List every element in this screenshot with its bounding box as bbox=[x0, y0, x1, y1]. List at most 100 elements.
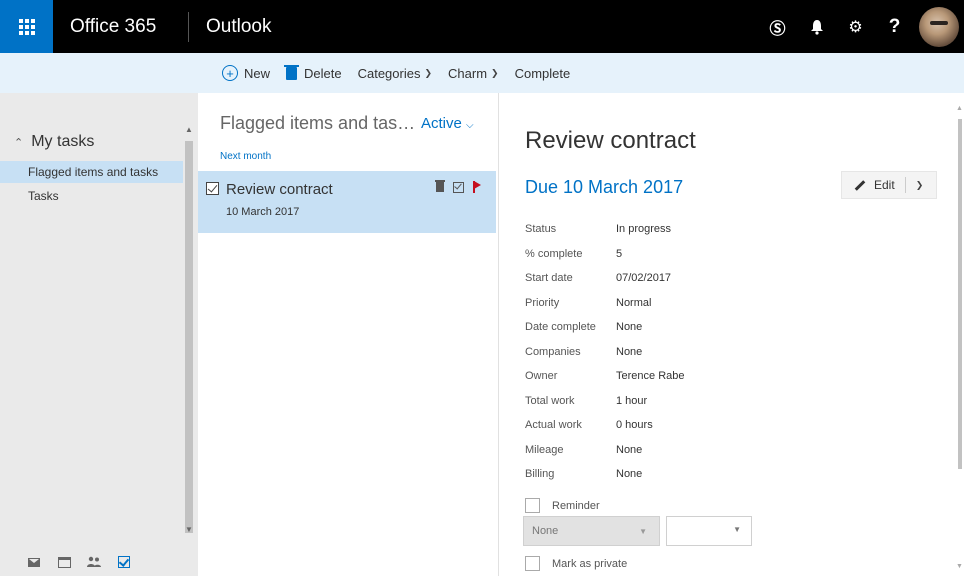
reading-pane: Review contract Due 10 March 2017 Edit ❯… bbox=[498, 93, 964, 576]
private-row: Mark as private bbox=[525, 556, 627, 571]
property-row: Status In progress bbox=[525, 217, 685, 242]
edit-button[interactable]: Edit ❯ bbox=[841, 171, 937, 199]
scroll-down-icon[interactable]: ▼ bbox=[185, 525, 193, 534]
sidebar-item-tasks[interactable]: Tasks bbox=[0, 185, 183, 207]
sidebar-item-flagged[interactable]: Flagged items and tasks bbox=[0, 161, 183, 183]
task-detail-title: Review contract bbox=[525, 127, 696, 154]
scrollbar-thumb[interactable] bbox=[185, 141, 193, 533]
chevron-down-icon: ❯ bbox=[424, 67, 433, 78]
filter-label: Active bbox=[421, 115, 462, 132]
property-row: % complete 5 bbox=[525, 242, 685, 267]
scroll-down-icon[interactable]: ▼ bbox=[956, 563, 963, 570]
property-row: Mileage None bbox=[525, 438, 685, 463]
categories-button[interactable]: Categories ❯ bbox=[358, 66, 432, 81]
reminder-row: Reminder bbox=[525, 498, 600, 513]
property-value: Terence Rabe bbox=[616, 370, 685, 383]
filter-dropdown[interactable]: Active ⌵ bbox=[421, 115, 474, 132]
sidebar-item-label: Flagged items and tasks bbox=[28, 165, 159, 179]
folder-pane: ⌃ My tasks Flagged items and tasks Tasks… bbox=[0, 93, 198, 576]
property-row: Total work 1 hour bbox=[525, 389, 685, 414]
people-button[interactable] bbox=[82, 552, 106, 572]
property-row: Start date 07/02/2017 bbox=[525, 266, 685, 291]
task-list-pane: Flagged items and tas… Active ⌵ Next mon… bbox=[198, 93, 498, 576]
task-properties: Status In progress % complete 5 Start date… bbox=[525, 217, 685, 487]
reminder-date-dropdown[interactable]: None ▼ bbox=[523, 516, 660, 546]
charm-button[interactable]: Charm ❯ bbox=[448, 66, 499, 81]
waffle-icon bbox=[18, 18, 35, 35]
edit-divider bbox=[904, 177, 906, 193]
property-value: Normal bbox=[616, 296, 652, 309]
property-label: Billing bbox=[525, 468, 555, 481]
tasks-button[interactable] bbox=[112, 552, 136, 572]
complete-checkbox[interactable] bbox=[206, 182, 219, 195]
module-switcher bbox=[0, 548, 198, 576]
scrollbar-thumb[interactable] bbox=[958, 119, 962, 469]
property-value: None bbox=[616, 345, 643, 358]
property-label: Companies bbox=[525, 345, 581, 358]
chevron-up-icon: ⌃ bbox=[14, 136, 24, 149]
mail-icon bbox=[28, 557, 40, 567]
folder-scrollbar[interactable]: ▲ ▼ bbox=[183, 123, 195, 535]
property-value: 1 hour bbox=[616, 394, 648, 407]
my-tasks-header[interactable]: ⌃ My tasks bbox=[14, 133, 94, 151]
mark-complete-button[interactable] bbox=[452, 180, 464, 194]
app-launcher-button[interactable] bbox=[0, 0, 53, 53]
property-row: Actual work 0 hours bbox=[525, 413, 685, 438]
tasks-icon bbox=[118, 556, 130, 568]
property-value: None bbox=[616, 321, 643, 334]
property-label: % complete bbox=[525, 247, 583, 260]
delete-button[interactable]: Delete bbox=[284, 64, 342, 81]
property-row: Date complete None bbox=[525, 315, 685, 340]
skype-icon[interactable]: Ⓢ bbox=[758, 0, 797, 53]
due-date: Due 10 March 2017 bbox=[525, 177, 684, 197]
property-label: Actual work bbox=[525, 419, 582, 432]
app-name[interactable]: Outlook bbox=[189, 16, 758, 38]
plus-icon: + bbox=[222, 65, 238, 81]
top-bar: Office 365 Outlook Ⓢ ⚙ ? bbox=[0, 0, 964, 53]
avatar[interactable] bbox=[914, 0, 964, 53]
property-value: 5 bbox=[616, 247, 623, 260]
new-button[interactable]: + New bbox=[222, 65, 270, 81]
calendar-button[interactable] bbox=[52, 552, 76, 572]
list-item[interactable]: Review contract 10 March 2017 bbox=[198, 171, 496, 233]
reminder-checkbox[interactable] bbox=[525, 498, 540, 513]
categories-label: Categories bbox=[357, 65, 421, 81]
flag-icon bbox=[472, 181, 482, 193]
chevron-down-icon: ▼ bbox=[733, 525, 741, 534]
chevron-down-icon: ❯ bbox=[491, 67, 499, 78]
pencil-icon bbox=[854, 179, 866, 191]
complete-button[interactable]: Complete bbox=[515, 66, 571, 81]
gear-icon[interactable]: ⚙ bbox=[836, 0, 875, 53]
property-label: Owner bbox=[525, 370, 558, 383]
outlook-app: Office 365 Outlook Ⓢ ⚙ ? + New Delete Ca… bbox=[0, 0, 964, 576]
property-label: Total work bbox=[525, 394, 575, 407]
checkbox-icon bbox=[452, 181, 464, 193]
property-label: Priority bbox=[525, 296, 560, 309]
delete-item-button[interactable] bbox=[434, 180, 446, 194]
scroll-up-icon[interactable]: ▲ bbox=[185, 125, 193, 134]
command-bar: + New Delete Categories ❯ Charm ❯ Comple… bbox=[0, 53, 964, 93]
my-tasks-label: My tasks bbox=[31, 133, 95, 150]
scroll-up-icon[interactable]: ▲ bbox=[956, 105, 963, 112]
property-label: Status bbox=[525, 223, 557, 236]
property-label: Mileage bbox=[525, 443, 564, 456]
people-icon bbox=[87, 556, 101, 567]
property-row: Companies None bbox=[525, 340, 685, 365]
trash-icon bbox=[284, 64, 300, 80]
bell-icon[interactable] bbox=[797, 0, 836, 53]
chevron-down-icon[interactable]: ❯ bbox=[916, 180, 924, 191]
property-value: 0 hours bbox=[616, 419, 653, 432]
help-icon[interactable]: ? bbox=[875, 0, 914, 53]
delete-label: Delete bbox=[304, 65, 342, 81]
mail-button[interactable] bbox=[22, 552, 46, 572]
private-checkbox[interactable] bbox=[525, 556, 540, 571]
reminder-time-dropdown[interactable]: ▼ bbox=[666, 516, 752, 546]
flag-button[interactable] bbox=[471, 180, 483, 194]
task-title: Review contract bbox=[226, 181, 333, 198]
brand-name[interactable]: Office 365 bbox=[53, 16, 188, 38]
reading-scrollbar[interactable]: ▲ ▼ bbox=[955, 93, 964, 576]
private-label: Mark as private bbox=[552, 557, 628, 570]
property-value: 07/02/2017 bbox=[616, 272, 672, 285]
property-row: Billing None bbox=[525, 462, 685, 487]
property-value: None bbox=[616, 468, 643, 481]
